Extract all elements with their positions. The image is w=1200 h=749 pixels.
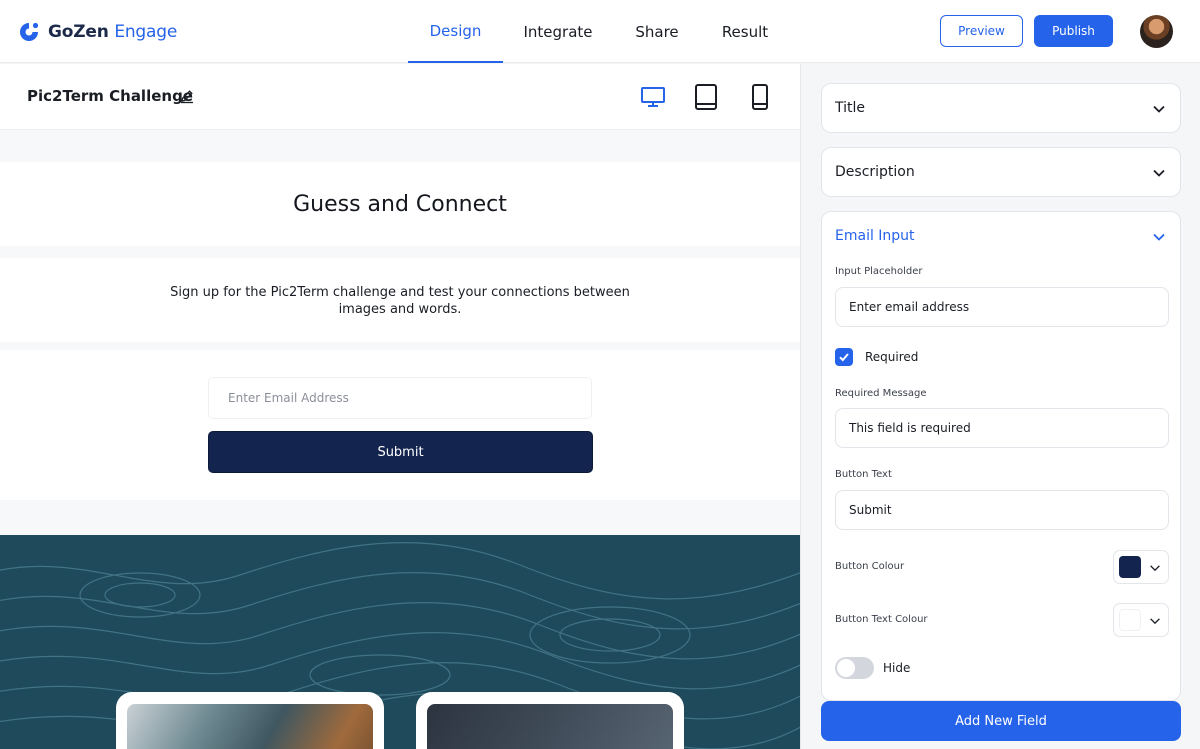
- submit-button-preview[interactable]: Submit: [208, 431, 593, 473]
- chevron-down-icon: [1151, 165, 1167, 181]
- image-option-card[interactable]: [116, 692, 384, 749]
- zipper-image: [127, 704, 373, 749]
- input-placeholder-label: Input Placeholder: [835, 266, 923, 277]
- top-bar: GoZen Engage Design Integrate Share Resu…: [0, 0, 1200, 63]
- tab-result[interactable]: Result: [701, 0, 789, 63]
- form-description: Sign up for the Pic2Term challenge and t…: [170, 285, 630, 317]
- canvas-toolbar: Pic2Term Challenge: [0, 64, 800, 130]
- button-colour-label: Button Colour: [835, 561, 905, 572]
- logo-text: GoZen Engage: [48, 22, 177, 42]
- button-text-label: Button Text: [835, 469, 892, 480]
- chevron-up-icon[interactable]: [1151, 229, 1167, 245]
- tab-share[interactable]: Share: [613, 0, 701, 63]
- add-new-field-button[interactable]: Add New Field: [821, 701, 1181, 741]
- chevron-down-icon: [1148, 613, 1164, 629]
- logo-text-accent: Engage: [114, 22, 178, 42]
- project-title: Pic2Term Challenge: [27, 87, 193, 105]
- code-screen-image: [427, 704, 673, 749]
- gozen-logo-icon: [17, 20, 41, 44]
- required-checkbox[interactable]: [835, 348, 853, 366]
- form-email-block: Enter Email Address Submit: [0, 350, 800, 500]
- required-message-field[interactable]: This field is required: [835, 408, 1169, 448]
- chevron-down-icon: [1151, 101, 1167, 117]
- publish-button[interactable]: Publish: [1034, 15, 1113, 47]
- user-avatar[interactable]: [1140, 15, 1173, 48]
- tab-design[interactable]: Design: [408, 0, 503, 63]
- section-description[interactable]: Description: [821, 147, 1181, 197]
- settings-panel: Title Description Email Input Input Plac…: [800, 64, 1200, 749]
- required-label: Required: [865, 350, 919, 364]
- hide-toggle[interactable]: [835, 657, 874, 679]
- button-colour-swatch: [1119, 556, 1141, 578]
- form-title: Guess and Connect: [293, 191, 507, 217]
- chevron-down-icon: [1148, 560, 1164, 576]
- design-canvas: Pic2Term Challenge Guess and Connect Sig…: [0, 64, 800, 749]
- section-title[interactable]: Title: [821, 83, 1181, 133]
- form-description-block[interactable]: Sign up for the Pic2Term challenge and t…: [0, 258, 800, 342]
- input-placeholder-field[interactable]: Enter email address: [835, 287, 1169, 327]
- section-email-input-label[interactable]: Email Input: [835, 228, 915, 244]
- tablet-icon[interactable]: [691, 82, 721, 112]
- hide-label: Hide: [883, 661, 911, 675]
- button-text-colour-label: Button Text Colour: [835, 614, 928, 625]
- logo-text-main: GoZen: [48, 22, 109, 42]
- section-description-label: Description: [835, 164, 915, 180]
- form-title-block[interactable]: Guess and Connect: [0, 162, 800, 246]
- background-hero: [0, 535, 800, 749]
- image-option-card[interactable]: [416, 692, 684, 749]
- section-title-label: Title: [835, 100, 866, 116]
- button-text-field[interactable]: Submit: [835, 490, 1169, 530]
- preview-button[interactable]: Preview: [940, 15, 1023, 47]
- main-nav: Design Integrate Share Result: [408, 0, 789, 63]
- button-colour-picker[interactable]: [1113, 550, 1169, 584]
- button-text-colour-picker[interactable]: [1113, 603, 1169, 637]
- required-message-label: Required Message: [835, 388, 927, 399]
- desktop-icon[interactable]: [638, 82, 668, 112]
- section-email-input: Email Input Input Placeholder Enter emai…: [821, 211, 1181, 701]
- pencil-edit-icon[interactable]: [179, 88, 195, 104]
- logo[interactable]: GoZen Engage: [17, 19, 177, 45]
- tab-integrate[interactable]: Integrate: [503, 0, 613, 63]
- mobile-icon[interactable]: [745, 82, 775, 112]
- email-input-preview[interactable]: Enter Email Address: [208, 377, 592, 419]
- toggle-knob: [837, 659, 855, 677]
- checkmark-icon: [839, 353, 849, 362]
- button-text-colour-swatch: [1119, 609, 1141, 631]
